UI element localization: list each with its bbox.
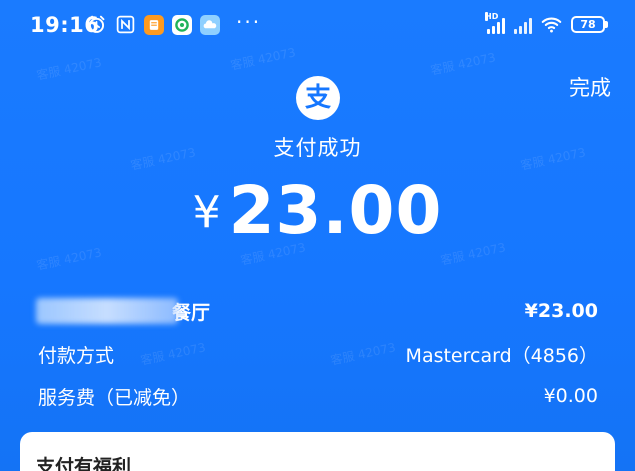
service-fee-label: 服务费（已减免） <box>38 386 191 409</box>
service-fee-row: 服务费（已减免） ¥0.00 <box>38 382 598 410</box>
benefits-card[interactable]: 支付有福利 <box>20 432 615 471</box>
done-button[interactable]: 完成 <box>569 72 611 102</box>
notes-app-icon <box>144 14 164 35</box>
battery-icon: 78 <box>571 16 608 33</box>
alipay-logo-icon: 支 <box>296 76 340 120</box>
currency-symbol: ¥ <box>192 187 221 238</box>
green-app-icon <box>172 14 192 35</box>
wifi-icon <box>541 14 562 35</box>
status-bar: 19:16 ··· HD 78 <box>0 0 635 56</box>
merchant-name-wrap: 餐厅 <box>36 298 210 325</box>
payment-amount: ¥23.00 <box>0 172 635 249</box>
merchant-amount: ¥23.00 <box>524 300 598 322</box>
payment-success-title: 支付成功 <box>273 136 362 160</box>
watermark: 客服 42073 <box>35 55 103 83</box>
nfc-icon <box>115 14 136 35</box>
alarm-clock-icon <box>86 14 107 35</box>
payment-method-label: 付款方式 <box>38 344 115 367</box>
more-notifications-icon: ··· <box>236 9 262 34</box>
cellular-signal-2-icon <box>514 16 532 34</box>
status-system-icons: HD 78 <box>485 11 608 35</box>
amount-value: 23.00 <box>228 172 443 249</box>
payment-success-screen: 客服 42073 客服 42073 客服 42073 客服 42073 客服 4… <box>0 0 635 471</box>
alipay-logo-char: 支 <box>304 83 331 113</box>
service-fee-value: ¥0.00 <box>543 385 598 407</box>
payment-method-value: Mastercard（4856） <box>405 344 598 367</box>
merchant-row: 餐厅 ¥23.00 <box>36 297 598 325</box>
benefits-card-title: 支付有福利 <box>36 456 132 471</box>
cellular-signal-icon: HD <box>485 11 505 34</box>
status-notification-icons: ··· <box>86 9 262 35</box>
weather-app-icon <box>200 14 220 35</box>
redacted-merchant-name <box>36 298 178 324</box>
payment-method-row: 付款方式 Mastercard（4856） <box>38 340 598 368</box>
